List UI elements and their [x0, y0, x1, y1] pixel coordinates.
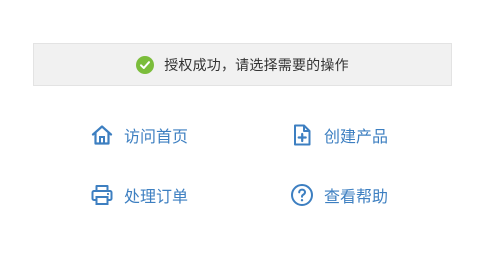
view-help-label: 查看帮助	[324, 187, 389, 206]
help-circle-icon	[290, 183, 314, 207]
process-orders-label: 处理订单	[124, 187, 189, 206]
check-circle-icon	[136, 55, 155, 74]
home-icon	[90, 123, 114, 147]
file-plus-icon	[290, 123, 314, 147]
visit-home-label: 访问首页	[124, 127, 189, 146]
create-product-label: 创建产品	[324, 127, 389, 146]
view-help-link[interactable]: 查看帮助	[290, 183, 388, 207]
process-orders-link[interactable]: 处理订单	[90, 183, 188, 207]
success-message: 授权成功，请选择需要的操作	[164, 57, 349, 74]
create-product-link[interactable]: 创建产品	[290, 123, 388, 147]
page: 授权成功，请选择需要的操作 访问首页 创建产品 处理订单 查看帮助	[0, 0, 499, 260]
visit-home-link[interactable]: 访问首页	[90, 123, 188, 147]
success-banner: 授权成功，请选择需要的操作	[33, 43, 452, 86]
printer-icon	[90, 183, 114, 207]
